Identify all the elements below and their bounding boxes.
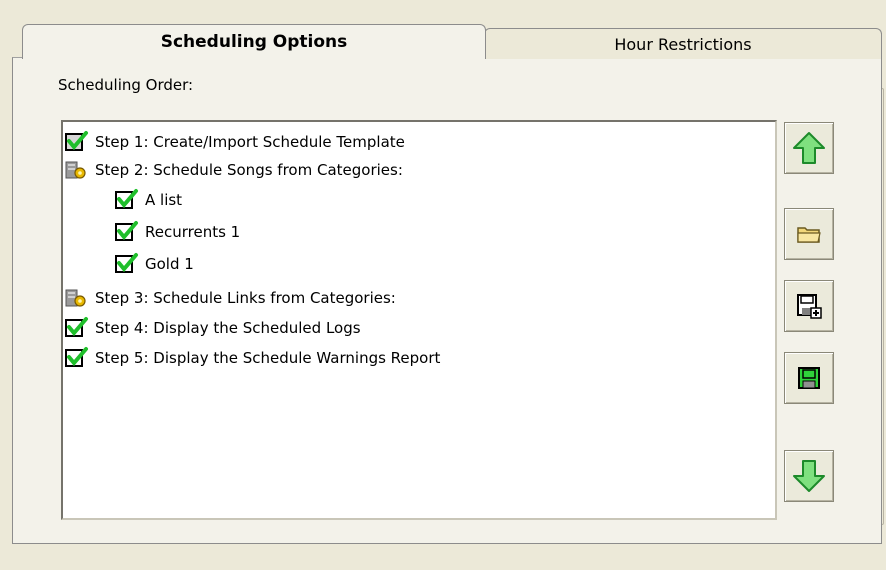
list-item-step-3[interactable]: Step 3: Schedule Links from Categories: (65, 284, 396, 312)
list-item-step-4[interactable]: Step 4: Display the Scheduled Logs (65, 314, 361, 342)
checkbox-checked-icon[interactable] (65, 317, 88, 339)
group-label: Scheduling Order: (54, 76, 198, 94)
category-label: Recurrents 1 (145, 223, 241, 241)
checkbox-checked-icon[interactable] (65, 131, 88, 153)
step-label: Step 1: Create/Import Schedule Template (95, 133, 405, 151)
category-label: A list (145, 191, 183, 209)
open-button[interactable] (784, 208, 834, 260)
list-item-step-5[interactable]: Step 5: Display the Schedule Warnings Re… (65, 344, 440, 372)
list-item-step-1[interactable]: Step 1: Create/Import Schedule Template (65, 128, 405, 156)
arrow-up-icon (793, 132, 825, 164)
checkbox-checked-icon[interactable] (65, 347, 88, 369)
list-item-step-2[interactable]: Step 2: Schedule Songs from Categories: (65, 156, 403, 184)
step-label: Step 4: Display the Scheduled Logs (95, 319, 361, 337)
arrow-down-icon (793, 460, 825, 492)
list-item-gold-1[interactable]: Gold 1 (115, 250, 194, 278)
folder-icon (797, 227, 821, 243)
save-button[interactable] (784, 352, 834, 404)
tab-hour-restrictions[interactable]: Hour Restrictions (484, 28, 882, 59)
scheduling-order-list[interactable]: Step 1: Create/Import Schedule Template … (61, 120, 777, 520)
gear-icon (65, 161, 86, 179)
tab-scheduling-options[interactable]: Scheduling Options (22, 24, 486, 59)
save-as-button[interactable] (784, 280, 834, 332)
list-item-a-list[interactable]: A list (115, 186, 182, 214)
category-label: Gold 1 (145, 255, 194, 273)
checkbox-checked-icon[interactable] (115, 253, 138, 275)
list-item-recurrents-1[interactable]: Recurrents 1 (115, 218, 240, 246)
move-up-button[interactable] (784, 122, 834, 174)
step-label: Step 3: Schedule Links from Categories: (95, 289, 396, 307)
step-label: Step 2: Schedule Songs from Categories: (95, 161, 403, 179)
tab-strip: Scheduling Options Hour Restrictions (0, 0, 886, 59)
step-label: Step 5: Display the Schedule Warnings Re… (95, 349, 441, 367)
gear-icon (65, 289, 86, 307)
save-icon (798, 367, 820, 389)
save-as-icon (797, 294, 822, 319)
checkbox-checked-icon[interactable] (115, 189, 138, 211)
checkbox-checked-icon[interactable] (115, 221, 138, 243)
move-down-button[interactable] (784, 450, 834, 502)
